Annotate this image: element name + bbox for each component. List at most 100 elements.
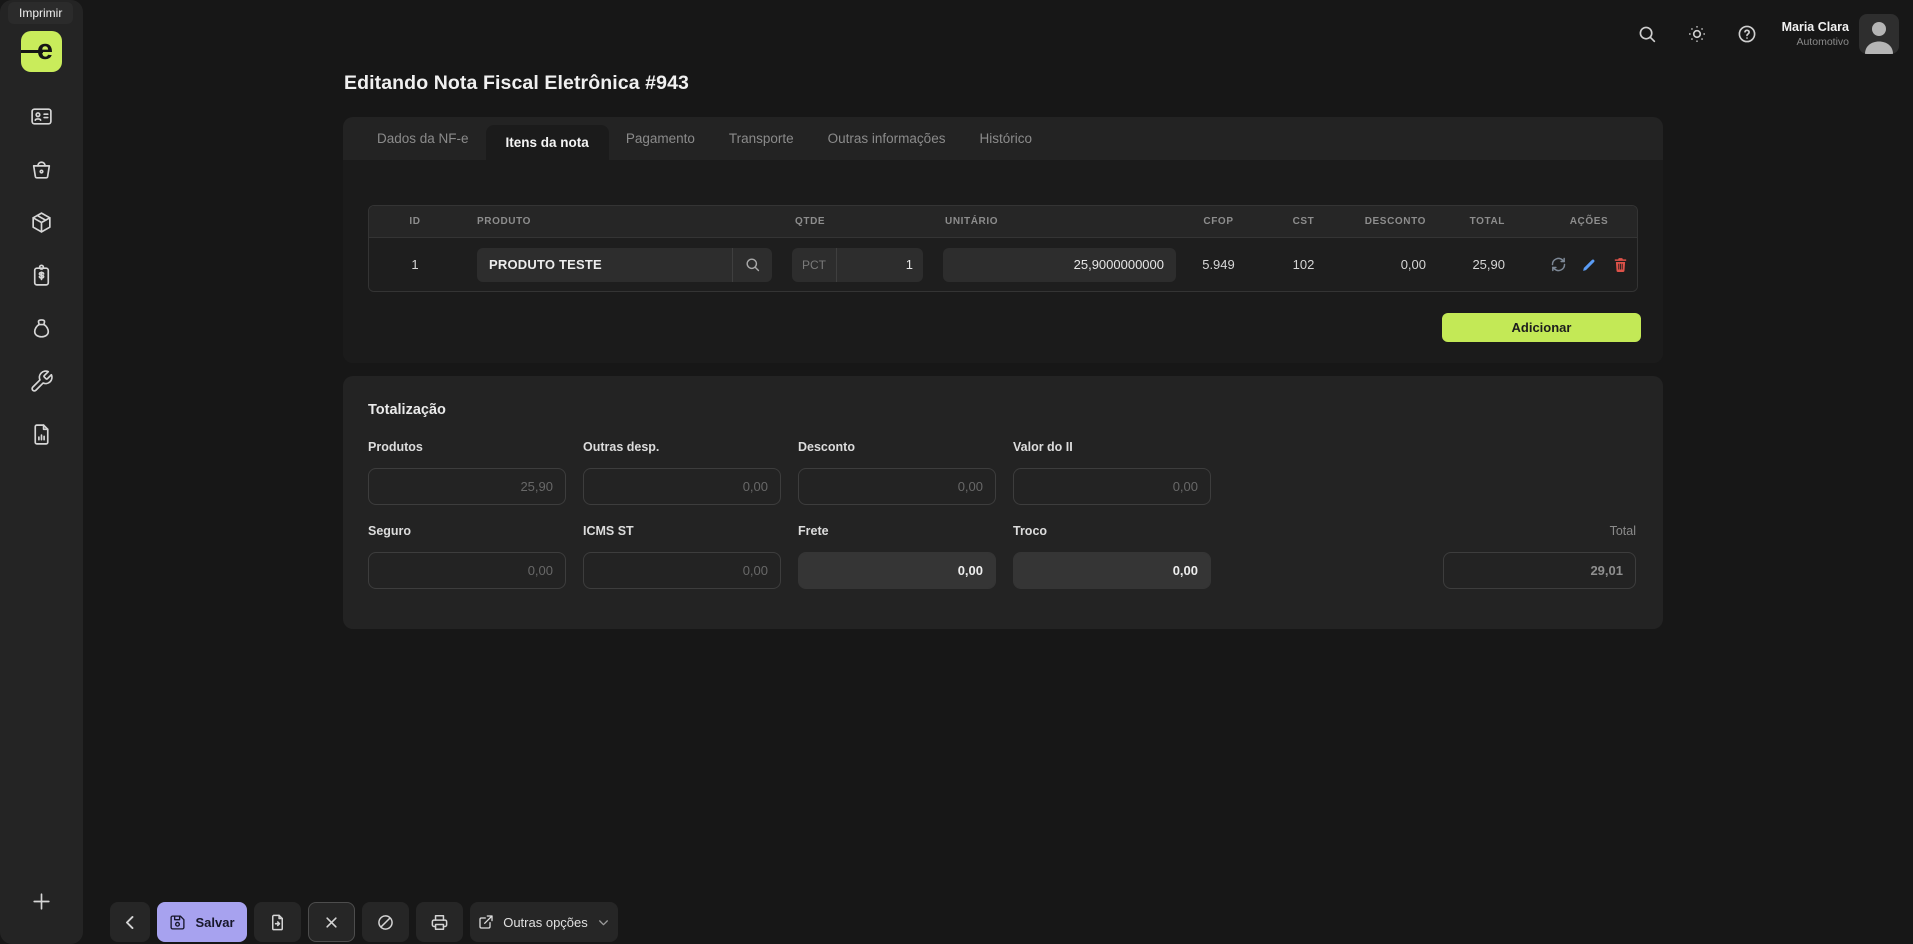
items-tab-panel: ID PRODUTO QTDE UNITÁRIO CFOP CST DESCON… <box>343 160 1663 363</box>
field-troco: Troco <box>1013 524 1211 589</box>
cell-acoes <box>1541 256 1637 274</box>
unit-price-input[interactable] <box>943 248 1176 282</box>
close-button[interactable] <box>308 902 355 942</box>
quantity-input[interactable] <box>837 257 923 272</box>
col-header-acoes: AÇÕES <box>1541 216 1637 227</box>
field-produtos-input[interactable] <box>368 468 566 505</box>
product-input[interactable] <box>477 257 732 272</box>
field-icms-st-label: ICMS ST <box>583 524 781 539</box>
search-button[interactable] <box>1634 21 1660 47</box>
user-block[interactable]: Maria Clara Automotivo <box>1782 20 1849 48</box>
col-header-desconto: DESCONTO <box>1341 216 1451 227</box>
sidebar: e <box>0 0 83 944</box>
field-icms-st: ICMS ST <box>583 524 781 589</box>
cell-cfop: 5.949 <box>1171 257 1266 272</box>
col-header-unitario: UNITÁRIO <box>931 216 1171 227</box>
invoice-items-card: Dados da NF-e Itens da nota Pagamento Tr… <box>343 117 1663 363</box>
col-header-cfop: CFOP <box>1171 216 1266 227</box>
avatar-person-icon <box>1859 14 1899 54</box>
bottom-toolbar: Salvar Outras opções <box>110 902 618 942</box>
tab-outras-informacoes[interactable]: Outras informações <box>811 117 963 160</box>
field-troco-label: Troco <box>1013 524 1211 539</box>
brightness-sun-icon <box>1686 23 1708 45</box>
products-package-icon <box>29 210 54 235</box>
field-frete: Frete <box>798 524 996 589</box>
sidebar-item-sales[interactable] <box>29 156 55 182</box>
tab-historico[interactable]: Histórico <box>962 117 1049 160</box>
search-icon <box>1636 23 1658 45</box>
quantity-field: PCT <box>792 248 923 282</box>
finance-money-bag-icon <box>29 316 54 341</box>
sidebar-item-products[interactable] <box>29 209 55 235</box>
row-refresh-button[interactable] <box>1549 256 1567 274</box>
theme-toggle-button[interactable] <box>1684 21 1710 47</box>
sidebar-item-finance[interactable] <box>29 315 55 341</box>
totals-card: Totalização Produtos Outras desp. Descon… <box>343 376 1663 629</box>
field-seguro-label: Seguro <box>368 524 566 539</box>
totals-heading: Totalização <box>368 402 446 418</box>
cancel-invoice-button[interactable] <box>362 902 409 942</box>
field-outras-desp-label: Outras desp. <box>583 440 781 455</box>
grand-total-input[interactable] <box>1443 552 1636 589</box>
col-header-qtde: QTDE <box>791 216 931 227</box>
field-desconto-label: Desconto <box>798 440 996 455</box>
row-delete-button[interactable] <box>1611 256 1629 274</box>
sidebar-item-tools[interactable] <box>29 368 55 394</box>
sidebar-item-fiscal[interactable] <box>29 262 55 288</box>
file-export-icon <box>268 913 287 932</box>
avatar[interactable] <box>1859 14 1899 54</box>
help-circle-icon <box>1736 23 1758 45</box>
tab-dados-da-nfe[interactable]: Dados da NF-e <box>360 117 486 160</box>
quantity-unit-label: PCT <box>792 248 837 282</box>
field-valor-ii-label: Valor do II <box>1013 440 1211 455</box>
tabs-row: Dados da NF-e Itens da nota Pagamento Tr… <box>343 117 1663 160</box>
field-seguro: Seguro <box>368 524 566 589</box>
back-button[interactable] <box>110 902 150 942</box>
close-x-icon <box>322 913 341 932</box>
field-produtos: Produtos <box>368 440 566 505</box>
sales-basket-icon <box>29 157 54 182</box>
generate-document-button[interactable] <box>254 902 301 942</box>
field-outras-desp-input[interactable] <box>583 468 781 505</box>
save-button-label: Salvar <box>195 915 234 930</box>
cell-total: 25,90 <box>1451 257 1541 272</box>
tools-wrench-icon <box>29 369 54 394</box>
save-floppy-icon <box>169 914 186 931</box>
refresh-icon <box>1550 256 1567 273</box>
sidebar-item-reports[interactable] <box>29 421 55 447</box>
tab-pagamento[interactable]: Pagamento <box>609 117 712 160</box>
field-troco-input[interactable] <box>1013 552 1211 589</box>
product-field <box>477 248 772 282</box>
field-valor-ii-input[interactable] <box>1013 468 1211 505</box>
imprimir-tooltip: Imprimir <box>8 2 73 24</box>
external-link-icon <box>478 914 494 930</box>
field-produtos-label: Produtos <box>368 440 566 455</box>
tab-transporte[interactable]: Transporte <box>712 117 811 160</box>
more-options-button[interactable]: Outras opções <box>470 902 618 942</box>
cell-unitario <box>931 248 1171 282</box>
more-options-label: Outras opções <box>503 915 588 930</box>
sidebar-item-contacts[interactable] <box>29 103 55 129</box>
topbar: Maria Clara Automotivo <box>1610 14 1899 54</box>
contacts-card-icon <box>29 104 54 129</box>
tab-itens-da-nota[interactable]: Itens da nota <box>486 125 609 160</box>
field-seguro-input[interactable] <box>368 552 566 589</box>
print-button[interactable] <box>416 902 463 942</box>
prohibit-icon <box>376 913 395 932</box>
save-button[interactable]: Salvar <box>157 902 247 942</box>
totals-row-1: Produtos Outras desp. Desconto Valor do … <box>368 440 1211 505</box>
cell-desconto: 0,00 <box>1341 257 1451 272</box>
row-edit-button[interactable] <box>1580 256 1598 274</box>
product-search-button[interactable] <box>733 248 772 282</box>
sidebar-add-button[interactable] <box>29 888 55 914</box>
help-button[interactable] <box>1734 21 1760 47</box>
col-header-id: ID <box>369 216 461 227</box>
field-desconto-input[interactable] <box>798 468 996 505</box>
table-row: 1 PCT <box>369 238 1637 291</box>
app-logo[interactable]: e <box>21 31 62 72</box>
field-frete-input[interactable] <box>798 552 996 589</box>
user-role: Automotivo <box>1782 36 1849 48</box>
field-icms-st-input[interactable] <box>583 552 781 589</box>
add-item-button[interactable]: Adicionar <box>1442 313 1641 342</box>
reports-file-chart-icon <box>29 422 54 447</box>
